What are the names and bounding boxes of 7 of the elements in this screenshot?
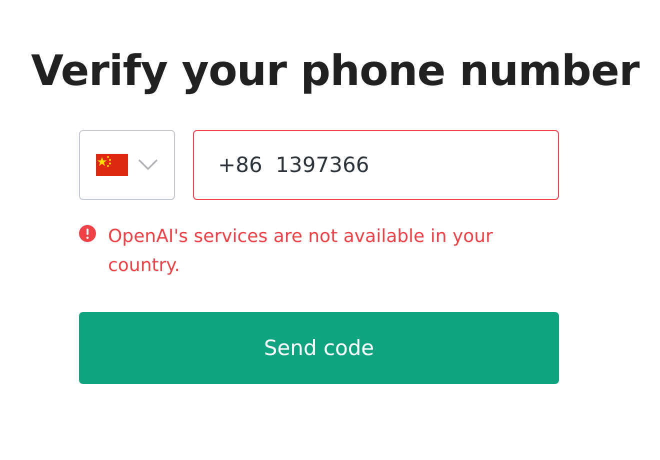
phone-input[interactable]: +86 1397366: [193, 130, 559, 200]
alert-icon: [79, 225, 96, 242]
error-message: OpenAI's services are not available in your country.: [108, 225, 494, 278]
flag-icon: [96, 154, 128, 176]
page-title: Verify your phone number: [31, 46, 640, 95]
chevron-down-icon: [138, 159, 158, 171]
country-select[interactable]: [79, 130, 175, 200]
